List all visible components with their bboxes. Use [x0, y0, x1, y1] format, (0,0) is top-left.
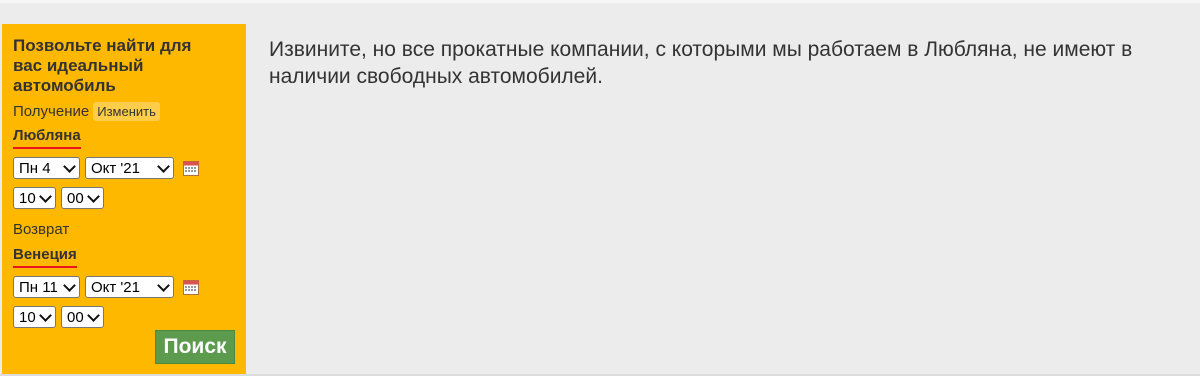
search-panel: Позвольте найти для вас идеальный автомо…: [2, 24, 246, 374]
chevron-down-icon: [63, 278, 76, 292]
pickup-hour-value: 10: [19, 189, 36, 207]
return-day-select[interactable]: Пн 11: [13, 276, 80, 298]
return-city[interactable]: Венеция: [13, 246, 77, 268]
return-minute-select[interactable]: 00: [61, 306, 104, 328]
chevron-down-icon: [157, 159, 170, 173]
pickup-day-select[interactable]: Пн 4: [13, 157, 80, 179]
chevron-down-icon: [87, 189, 100, 203]
chevron-down-icon: [63, 159, 76, 173]
return-month-select[interactable]: Окт '21: [85, 276, 174, 298]
pickup-month-value: Окт '21: [91, 159, 140, 177]
return-minute-value: 00: [67, 308, 84, 326]
return-date-row: Пн 11 Окт '21: [13, 276, 236, 298]
return-label: Возврат: [13, 221, 70, 238]
search-button[interactable]: Поиск: [155, 330, 235, 364]
no-cars-message: Извините, но все прокатные компании, с к…: [269, 38, 1133, 88]
pickup-hour-select[interactable]: 10: [13, 187, 56, 209]
top-border: [0, 0, 1200, 3]
pickup-month-select[interactable]: Окт '21: [85, 157, 174, 179]
return-hour-select[interactable]: 10: [13, 306, 56, 328]
calendar-icon[interactable]: [183, 160, 199, 176]
return-day-value: Пн 11: [19, 278, 58, 296]
pickup-header: Получение Изменить: [13, 102, 236, 121]
pickup-minute-select[interactable]: 00: [61, 187, 104, 209]
return-time-row: 10 00: [13, 306, 236, 328]
pickup-time-row: 10 00: [13, 187, 236, 209]
chevron-down-icon: [87, 308, 100, 322]
calendar-icon[interactable]: [183, 279, 199, 295]
pickup-minute-value: 00: [67, 189, 84, 207]
pickup-city[interactable]: Любляна: [13, 127, 81, 149]
pickup-city-wrap: Любляна: [13, 121, 236, 149]
pickup-day-value: Пн 4: [19, 159, 51, 177]
chevron-down-icon: [157, 278, 170, 292]
return-header: Возврат: [13, 221, 236, 238]
pickup-date-row: Пн 4 Окт '21: [13, 157, 236, 179]
chevron-down-icon: [39, 308, 52, 322]
page: Позвольте найти для вас идеальный автомо…: [0, 0, 1200, 376]
return-city-wrap: Венеция: [13, 238, 236, 268]
pickup-label: Получение: [13, 103, 90, 120]
return-hour-value: 10: [19, 308, 36, 326]
return-month-value: Окт '21: [91, 278, 140, 296]
change-button[interactable]: Изменить: [93, 102, 160, 121]
panel-title: Позвольте найти для вас идеальный автомо…: [13, 36, 192, 95]
chevron-down-icon: [39, 189, 52, 203]
